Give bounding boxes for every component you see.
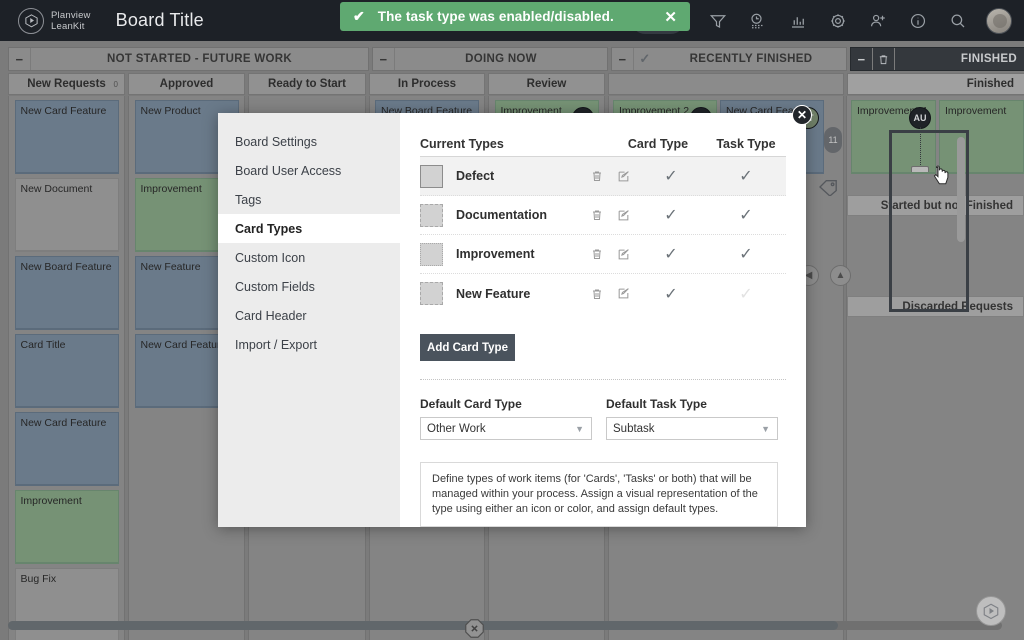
- chevron-down-icon: ▼: [761, 423, 770, 434]
- default-card-type-label: Default Card Type: [420, 397, 522, 411]
- close-icon[interactable]: ✕: [664, 8, 677, 26]
- color-swatch[interactable]: [420, 164, 443, 188]
- leankit-logo-icon: [18, 7, 44, 34]
- color-swatch[interactable]: [420, 203, 443, 227]
- card-types-dialog: Board Settings Board User Access Tags Ca…: [218, 113, 969, 527]
- nav-label: Import / Export: [235, 337, 317, 352]
- section-divider: [420, 379, 786, 380]
- close-dialog-button[interactable]: ✕: [792, 105, 812, 125]
- page-title: Board Title: [115, 10, 204, 30]
- type-name: New Feature: [456, 286, 531, 301]
- check-icon: ✔: [353, 8, 365, 24]
- default-task-type-select[interactable]: Subtask ▼: [606, 417, 778, 440]
- header-card-type: Card Type: [627, 137, 689, 151]
- header-task-type: Task Type: [716, 137, 776, 151]
- dialog-nav: Board Settings Board User Access Tags Ca…: [218, 113, 400, 527]
- table-row[interactable]: New Feature ✓ ✓: [420, 274, 786, 313]
- info-icon[interactable]: [903, 6, 933, 36]
- default-task-type-value: Subtask: [613, 422, 655, 435]
- color-swatch[interactable]: [420, 282, 443, 305]
- defaults-section: Default Card Type Other Work ▼ Default T…: [420, 397, 786, 440]
- task-type-check-icon-disabled[interactable]: ✓: [706, 284, 786, 304]
- analytics-icon[interactable]: [783, 6, 813, 36]
- task-type-scrollbar[interactable]: [957, 137, 965, 242]
- nav-item-custom-icon[interactable]: Custom Icon: [218, 243, 400, 272]
- chevron-down-icon: ▼: [575, 423, 584, 434]
- gear-icon[interactable]: [823, 6, 853, 36]
- add-user-icon[interactable]: [863, 6, 893, 36]
- types-table-header: Current Types Card Type Task Type: [420, 131, 786, 151]
- toast-message: The task type was enabled/disabled.: [377, 9, 614, 24]
- nav-label: Custom Fields: [235, 279, 315, 294]
- type-name: Defect: [456, 169, 495, 183]
- nav-item-board-settings[interactable]: Board Settings: [218, 127, 400, 156]
- task-type-check-icon[interactable]: ✓: [706, 244, 786, 264]
- nav-item-tags[interactable]: Tags: [218, 185, 400, 214]
- nav-item-custom-fields[interactable]: Custom Fields: [218, 272, 400, 301]
- table-row[interactable]: Improvement ✓ ✓: [420, 235, 786, 274]
- delete-icon[interactable]: [584, 209, 610, 221]
- default-card-type-field: Default Card Type Other Work ▼: [420, 397, 592, 440]
- dialog-body: Current Types Card Type Task Type Defect…: [400, 113, 969, 527]
- header-current-types: Current Types: [420, 137, 504, 151]
- type-name: Improvement: [456, 247, 535, 261]
- delete-icon[interactable]: [584, 170, 610, 182]
- default-task-type-field: Default Task Type Subtask ▼: [606, 397, 778, 440]
- add-card-type-button[interactable]: Add Card Type: [420, 334, 515, 361]
- nav-label: Card Header: [235, 308, 307, 323]
- card-type-check-icon[interactable]: ✓: [636, 244, 706, 264]
- nav-label: Custom Icon: [235, 250, 306, 265]
- nav-item-card-header[interactable]: Card Header: [218, 301, 400, 330]
- table-row[interactable]: Documentation ✓ ✓: [420, 196, 786, 235]
- filter-icon[interactable]: [703, 6, 733, 36]
- history-icon[interactable]: [743, 6, 773, 36]
- description-box: Define types of work items (for 'Cards',…: [420, 462, 778, 527]
- edit-icon[interactable]: [610, 170, 636, 183]
- card-type-check-icon[interactable]: ✓: [636, 166, 706, 186]
- edit-icon[interactable]: [610, 248, 636, 261]
- nav-label: Tags: [235, 192, 262, 207]
- color-swatch[interactable]: [420, 242, 443, 266]
- search-icon[interactable]: [943, 6, 973, 36]
- avatar[interactable]: [986, 7, 1012, 34]
- nav-item-card-types[interactable]: Card Types: [218, 214, 400, 243]
- card-type-check-icon[interactable]: ✓: [636, 284, 706, 304]
- app-root: Planview LeanKit Board Title ✔ The task …: [0, 0, 1024, 640]
- brand-text: Planview LeanKit: [51, 10, 91, 32]
- nav-label: Card Types: [235, 221, 303, 236]
- brand-line-1: Planview: [51, 9, 91, 21]
- default-task-type-label: Default Task Type: [606, 397, 707, 411]
- task-type-check-icon[interactable]: ✓: [706, 166, 786, 186]
- notification-toast: ✔ The task type was enabled/disabled. ✕: [340, 2, 690, 31]
- table-row[interactable]: Defect ✓ ✓: [420, 157, 786, 196]
- card-type-check-icon[interactable]: ✓: [636, 205, 706, 225]
- nav-item-import-export[interactable]: Import / Export: [218, 330, 400, 359]
- default-card-type-select[interactable]: Other Work ▼: [420, 417, 592, 440]
- default-card-type-value: Other Work: [427, 422, 486, 435]
- nav-label: Board User Access: [235, 163, 342, 178]
- type-name: Documentation: [456, 208, 547, 222]
- delete-icon[interactable]: [584, 248, 610, 260]
- edit-icon[interactable]: [610, 287, 636, 300]
- nav-label: Board Settings: [235, 134, 317, 149]
- nav-item-board-user-access[interactable]: Board User Access: [218, 156, 400, 185]
- task-type-check-icon[interactable]: ✓: [706, 205, 786, 225]
- brand-logo[interactable]: Planview LeanKit: [18, 7, 91, 34]
- edit-icon[interactable]: [610, 209, 636, 222]
- delete-icon[interactable]: [584, 288, 610, 300]
- brand-line-2: LeanKit: [51, 20, 85, 32]
